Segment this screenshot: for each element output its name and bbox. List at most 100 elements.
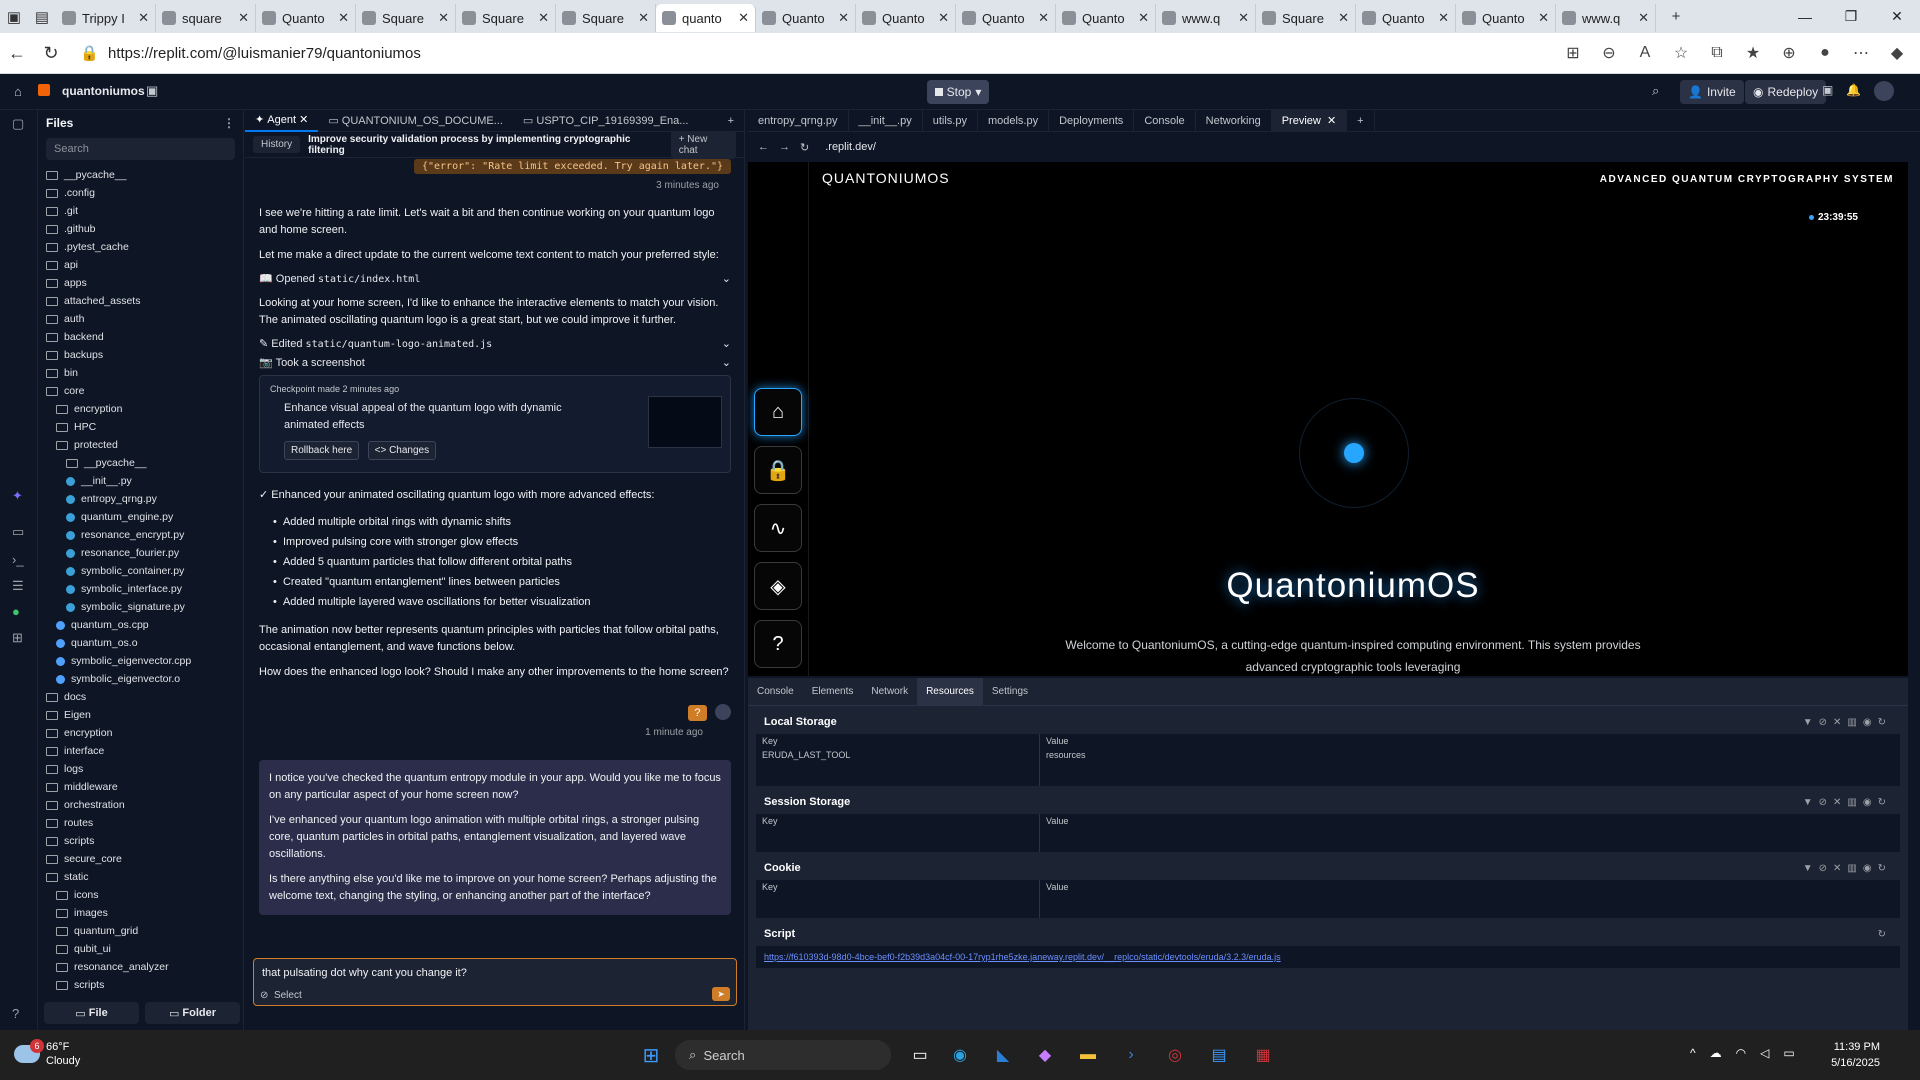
browser-tab[interactable]: Trippy I ✕ xyxy=(56,4,156,32)
file-tree-item[interactable]: qubit_ui xyxy=(46,940,243,958)
devtools-tab[interactable]: Elements xyxy=(803,678,863,706)
workspace-tab[interactable]: Preview ✕ xyxy=(1271,109,1348,132)
help-nav-icon[interactable]: ? xyxy=(754,620,802,668)
workspace-tab[interactable]: Networking xyxy=(1196,109,1272,132)
workspace-tab[interactable]: utils.py xyxy=(923,109,978,132)
tab-close-icon[interactable]: ✕ xyxy=(1638,10,1649,26)
invite-button[interactable]: 👤 Invite xyxy=(1680,80,1744,104)
new-tab-icon[interactable]: + xyxy=(718,110,744,132)
browser-tab[interactable]: quanto ✕ xyxy=(656,4,756,32)
browser-tab[interactable]: square ✕ xyxy=(156,4,256,32)
file-search-input[interactable]: Search xyxy=(46,138,235,160)
workspace-tab[interactable]: Deployments xyxy=(1049,109,1135,132)
preview-tool-icon[interactable]: ▭ xyxy=(12,524,24,540)
select-button[interactable]: Select xyxy=(274,990,302,1001)
new-tab-icon[interactable]: + xyxy=(1662,3,1690,31)
file-tree-item[interactable]: core xyxy=(46,382,243,400)
file-tree-item[interactable]: __init__.py xyxy=(46,472,243,490)
user-avatar[interactable] xyxy=(1874,81,1894,101)
script-link[interactable]: https://f610393d-98d0-4bce-bef0-f2b39d3a… xyxy=(756,946,1900,968)
browser-tab[interactable]: Square ✕ xyxy=(456,4,556,32)
copilot-icon[interactable]: ◆ xyxy=(1882,38,1912,68)
tab-close-icon[interactable]: ✕ xyxy=(1238,10,1249,26)
browser-tab[interactable]: Square ✕ xyxy=(556,4,656,32)
tab-close-icon[interactable]: ✕ xyxy=(438,10,449,26)
home-icon[interactable]: ⌂ xyxy=(14,84,22,99)
secrets-tool-icon[interactable]: ● xyxy=(12,604,20,619)
file-tree-item[interactable]: secure_core xyxy=(46,850,243,868)
help-icon[interactable]: ? xyxy=(12,1006,19,1021)
file-tree-item[interactable]: protected xyxy=(46,436,243,454)
all-tools-icon[interactable]: ⊞ xyxy=(12,630,23,646)
file-tree-item[interactable]: .pytest_cache xyxy=(46,238,243,256)
new-folder-button[interactable]: ▭ Folder xyxy=(145,1002,240,1024)
browser-tab[interactable]: Quanto ✕ xyxy=(756,4,856,32)
file-tree-item[interactable]: symbolic_eigenvector.o xyxy=(46,670,243,688)
database-tool-icon[interactable]: ☰ xyxy=(12,578,24,594)
tool-opened[interactable]: 📖 Opened static/index.html ⌄ xyxy=(259,272,731,285)
file-tree-item[interactable]: auth xyxy=(46,310,243,328)
favorites-icon[interactable]: ★ xyxy=(1738,38,1768,68)
storage-actions-icons[interactable]: ▼⊘✕▥◉↻ xyxy=(1803,717,1892,728)
cube-nav-icon[interactable]: ◈ xyxy=(754,562,802,610)
weather-widget[interactable]: 6 66°F Cloudy xyxy=(14,1039,80,1068)
file-tree-item[interactable]: quantum_os.o xyxy=(46,634,243,652)
preview-forward-icon[interactable]: → xyxy=(779,141,790,153)
workspace-tab[interactable]: Console xyxy=(1134,109,1196,132)
home-nav-icon[interactable]: ⌂ xyxy=(754,388,802,436)
file-tree-item[interactable]: resonance_fourier.py xyxy=(46,544,243,562)
files-tool-icon[interactable]: ▢ xyxy=(12,116,24,132)
shell-tool-icon[interactable]: ›_ xyxy=(12,552,24,567)
task-view-icon[interactable]: ▭ xyxy=(905,1040,935,1070)
back-icon[interactable]: ← xyxy=(0,36,34,70)
file-tree-item[interactable]: .git xyxy=(46,202,243,220)
file-tree-item[interactable]: scripts xyxy=(46,976,243,994)
minimize-icon[interactable]: — xyxy=(1782,0,1828,33)
refresh-icon[interactable]: ↻ xyxy=(34,36,68,70)
url-field[interactable]: 🔒 https://replit.com/@luismanier79/quant… xyxy=(80,38,1200,68)
file-tree-item[interactable]: encryption xyxy=(46,400,243,418)
tab-close-icon[interactable]: ✕ xyxy=(338,10,349,26)
tab-close-icon[interactable]: ✕ xyxy=(638,10,649,26)
browser-tab[interactable]: Quanto ✕ xyxy=(1456,4,1556,32)
browser-tab[interactable]: Square ✕ xyxy=(1256,4,1356,32)
devtools-tab[interactable]: Network xyxy=(862,678,917,706)
send-button[interactable]: ➤ xyxy=(712,987,730,1001)
new-file-button[interactable]: ▭ File xyxy=(44,1002,139,1024)
devtools-tab[interactable]: Resources xyxy=(917,677,983,706)
file-tree-item[interactable]: .config xyxy=(46,184,243,202)
file-tree-item[interactable]: __pycache__ xyxy=(46,166,243,184)
file-tree-item[interactable]: docs xyxy=(46,688,243,706)
app-icon[interactable]: ◎ xyxy=(1160,1040,1190,1070)
tab-close-icon[interactable]: ✕ xyxy=(1338,10,1349,26)
screenshot-thumbnail[interactable] xyxy=(648,396,722,448)
extensions-icon[interactable]: ⧉ xyxy=(1702,38,1732,68)
devtools-tab[interactable]: Settings xyxy=(983,678,1037,706)
stop-button[interactable]: Stop ▾ xyxy=(927,80,989,104)
cloud-sync-icon[interactable]: ☁ xyxy=(1710,1046,1722,1060)
volume-icon[interactable]: ◁ xyxy=(1760,1046,1769,1060)
file-tree-item[interactable]: __pycache__ xyxy=(46,454,243,472)
favorite-icon[interactable]: ☆ xyxy=(1666,38,1696,68)
preview-refresh-icon[interactable]: ↻ xyxy=(800,141,809,154)
file-tree-item[interactable]: interface xyxy=(46,742,243,760)
file-tree-item[interactable]: static xyxy=(46,868,243,886)
file-tree-item[interactable]: resonance_encrypt.py xyxy=(46,526,243,544)
redeploy-button[interactable]: ◉ Redeploy xyxy=(1745,80,1827,104)
browser-tab[interactable]: Quanto ✕ xyxy=(256,4,356,32)
tool-screenshot[interactable]: 📷 Took a screenshot ⌄ xyxy=(259,356,731,369)
tab-doc[interactable]: ▭ QUANTONIUM_OS_DOCUME... xyxy=(318,110,513,132)
files-menu-icon[interactable]: ⋮ xyxy=(223,116,235,130)
browser-tab[interactable]: Quanto ✕ xyxy=(1056,4,1156,32)
storage-actions-icons[interactable]: ▼⊘✕▥◉↻ xyxy=(1803,797,1892,808)
browser-tab[interactable]: Square ✕ xyxy=(356,4,456,32)
file-tree-item[interactable]: api xyxy=(46,256,243,274)
history-button[interactable]: History xyxy=(253,136,301,153)
browser-tab[interactable]: www.q ✕ xyxy=(1156,4,1256,32)
file-tree-item[interactable]: attached_assets xyxy=(46,292,243,310)
tab-actions-icon[interactable]: ▤ xyxy=(28,3,56,31)
notepad-icon[interactable]: ▤ xyxy=(1204,1040,1234,1070)
storage-actions-icons[interactable]: ▼⊘✕▥◉↻ xyxy=(1803,863,1892,874)
tray-overflow-icon[interactable]: ^ xyxy=(1690,1046,1696,1060)
powershell-icon[interactable]: › xyxy=(1116,1040,1146,1070)
